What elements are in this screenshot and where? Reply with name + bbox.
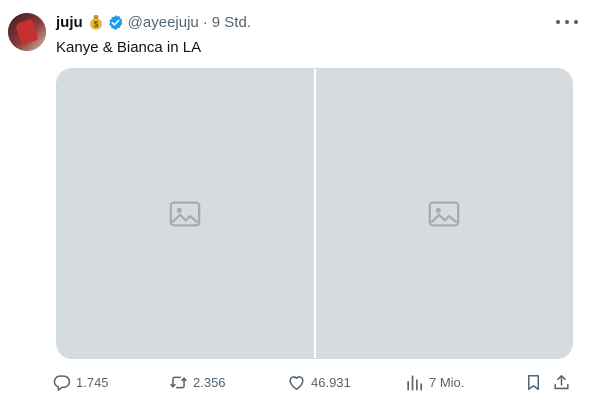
views-icon (405, 373, 424, 392)
reply-count: 1.745 (76, 374, 109, 390)
repost-icon (169, 373, 188, 392)
bookmark-button[interactable] (524, 371, 543, 393)
repost-button[interactable]: 2.356 (169, 371, 226, 393)
display-name[interactable]: juju (56, 14, 83, 31)
post-time[interactable]: 9 Std. (212, 14, 251, 31)
image-placeholder-icon (169, 201, 201, 226)
tweet-header: juju $ @ayeejuju · 9 Std. (56, 12, 251, 32)
like-button[interactable]: 46.931 (287, 371, 351, 393)
views-button[interactable]: 7 Mio. (405, 371, 464, 393)
more-dot (565, 20, 569, 24)
verified-badge-icon (107, 14, 124, 31)
media-grid (56, 68, 573, 359)
like-count: 46.931 (311, 374, 351, 390)
more-dot (574, 20, 578, 24)
tweet-photo-2[interactable] (315, 69, 572, 358)
repost-count: 2.356 (193, 374, 226, 390)
more-dot (556, 20, 560, 24)
share-icon (552, 373, 571, 392)
tweet-text: Kanye & Bianca in LA (56, 39, 202, 56)
views-count: 7 Mio. (429, 374, 465, 390)
svg-text:$: $ (93, 20, 98, 29)
like-icon (287, 373, 306, 392)
reply-button[interactable]: 1.745 (52, 371, 109, 393)
reply-icon (52, 373, 71, 392)
user-handle[interactable]: @ayeejuju (128, 14, 199, 31)
tweet-actions: 1.745 2.356 46.931 7 Mio. (52, 371, 574, 393)
separator-dot: · (202, 13, 208, 31)
share-button[interactable] (552, 371, 571, 393)
image-placeholder-icon (428, 201, 460, 226)
bookmark-icon (524, 373, 543, 392)
tweet-photo-1[interactable] (57, 69, 314, 358)
more-icon[interactable] (556, 14, 578, 30)
avatar[interactable] (8, 13, 46, 51)
money-bag-emoji-icon: $ (88, 14, 104, 30)
